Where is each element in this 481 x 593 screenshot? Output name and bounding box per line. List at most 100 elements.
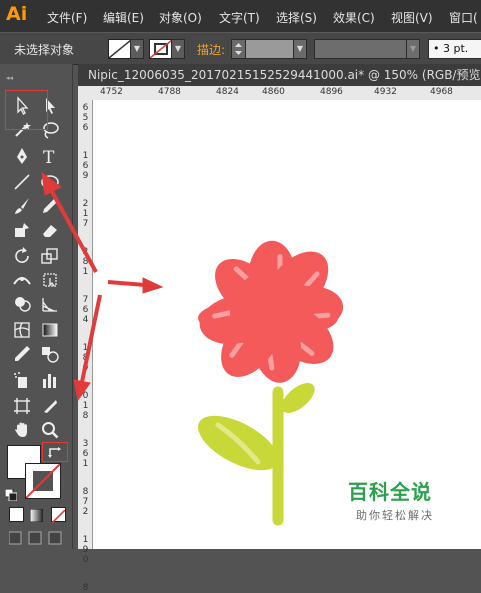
ruler-tick: 8 (82, 487, 89, 497)
ruler-tick: 1 (82, 401, 89, 411)
stroke-color-swatch[interactable] (25, 463, 61, 499)
ruler-tick: 7 (82, 295, 89, 305)
gradient-mode-button[interactable] (29, 507, 44, 523)
draw-mode-buttons[interactable] (8, 530, 65, 545)
ruler-tick: 0 (82, 555, 89, 565)
menu-window[interactable]: 窗口( (449, 9, 478, 26)
stroke-label: 描边: (197, 43, 226, 57)
none-stroke-icon (150, 40, 172, 58)
pencil-tool-icon[interactable] (40, 196, 60, 216)
perspective-grid-tool-icon[interactable] (40, 294, 60, 314)
watermark-subtitle: 助你轻松解决 (356, 509, 434, 522)
none-color-icon (25, 463, 61, 499)
selection-tool-highlight (5, 90, 48, 130)
ruler-tick: 2 (82, 507, 89, 517)
ellipse-tool-icon[interactable] (40, 172, 60, 192)
menu-view[interactable]: 视图(V) (391, 9, 433, 26)
ruler-tick: 2 (82, 199, 89, 209)
column-graph-tool-icon[interactable] (40, 370, 60, 390)
ruler-tick: 4968 (430, 87, 453, 97)
stroke-dropdown[interactable]: ▼ (171, 39, 185, 59)
line-segment-tool-icon[interactable] (12, 172, 32, 192)
flower-center (230, 270, 314, 354)
horizontal-ruler[interactable]: 4752 4788 4824 4860 4896 4932 4968 (78, 86, 481, 101)
ruler-tick: 4860 (262, 87, 285, 97)
rotate-tool-icon[interactable] (12, 246, 32, 266)
ruler-tick: 8 (82, 411, 89, 421)
brush-size-field[interactable]: • 3 pt. (428, 39, 481, 59)
selection-status: 未选择对象 (14, 43, 75, 57)
menu-file[interactable]: 文件(F) (47, 9, 87, 26)
menu-select[interactable]: 选择(S) (276, 9, 317, 26)
ruler-tick: 9 (82, 171, 89, 181)
none-mode-icon (51, 509, 66, 524)
ruler-tick: 9 (82, 545, 89, 555)
ruler-tick: 2 (82, 247, 89, 257)
ruler-tick: 7 (82, 497, 89, 507)
mesh-tool-icon[interactable] (12, 320, 32, 340)
free-transform-tool-icon[interactable] (40, 270, 60, 290)
ruler-tick: 4896 (320, 87, 343, 97)
swap-highlight (42, 442, 68, 462)
ruler-tick: 8 (82, 583, 89, 593)
eyedropper-tool-icon[interactable] (12, 344, 32, 364)
document-tab-bar: Nipic_12006035_20170215152529441000.ai* … (78, 64, 481, 86)
symbol-sprayer-tool-icon[interactable] (12, 370, 32, 390)
shaper-tool-icon[interactable] (12, 220, 32, 240)
ruler-tick: 1 (82, 535, 89, 545)
ruler-tick: 8 (82, 257, 89, 267)
none-mode-button[interactable] (51, 507, 66, 524)
none-fill-icon (109, 40, 131, 58)
menu-type[interactable]: 文字(T) (219, 9, 260, 26)
ruler-tick: 5 (82, 113, 89, 123)
svg-text:◂◂: ◂◂ (6, 74, 14, 81)
variable-width-profile-dropdown[interactable]: ▼ (406, 39, 420, 59)
ruler-tick: 4 (82, 315, 89, 325)
ruler-tick: 4824 (216, 87, 239, 97)
zoom-tool-icon[interactable] (40, 420, 60, 440)
stroke-weight-stepper[interactable] (231, 39, 246, 59)
fill-dropdown[interactable]: ▼ (130, 39, 144, 59)
ruler-tick: 0 (82, 363, 89, 373)
control-bar: 未选择对象 ▼ ▼ 描边: ▼ ▼ • 3 pt. (0, 32, 481, 65)
gradient-tool-icon[interactable] (40, 320, 60, 340)
ruler-tick: 1 (82, 151, 89, 161)
toolbox-grip[interactable]: ◂◂ (2, 66, 70, 82)
ruler-tick: 4788 (158, 87, 181, 97)
paintbrush-tool-icon[interactable] (12, 196, 32, 216)
ruler-tick: 6 (82, 449, 89, 459)
width-tool-icon[interactable] (12, 270, 32, 290)
eraser-tool-icon[interactable] (40, 220, 60, 240)
variable-width-profile-field[interactable] (314, 39, 408, 59)
ruler-tick: 7 (82, 219, 89, 229)
stroke-weight-dropdown[interactable]: ▼ (293, 39, 307, 59)
scale-tool-icon[interactable] (40, 246, 60, 266)
type-tool-icon[interactable]: T (40, 146, 60, 166)
ruler-tick: 8 (82, 353, 89, 363)
default-colors-icon[interactable] (4, 486, 18, 502)
ruler-tick: 0 (82, 391, 89, 401)
stroke-swatch[interactable] (149, 39, 173, 59)
artboard-tool-icon[interactable] (12, 396, 32, 416)
vertical-ruler[interactable]: 6561692172817641800183618721908 (78, 100, 93, 593)
watermark-title: 百科全说 (348, 480, 432, 504)
ruler-tick: 1 (82, 267, 89, 277)
ruler-tick: 4932 (374, 87, 397, 97)
blend-tool-icon[interactable] (40, 344, 60, 364)
menu-object[interactable]: 对象(O) (159, 9, 202, 26)
menu-effect[interactable]: 效果(C) (333, 9, 375, 26)
ruler-tick: 6 (82, 161, 89, 171)
hand-tool-icon[interactable] (12, 420, 32, 440)
ruler-tick: 4752 (100, 87, 123, 97)
fill-swatch[interactable] (108, 39, 132, 59)
document-tab[interactable]: Nipic_12006035_20170215152529441000.ai* … (78, 64, 481, 86)
pen-tool-icon[interactable] (12, 146, 32, 166)
shape-builder-tool-icon[interactable] (12, 294, 32, 314)
menu-bar: Ai 文件(F) 编辑(E) 对象(O) 文字(T) 选择(S) 效果(C) 视… (0, 0, 481, 32)
slice-tool-icon[interactable] (40, 396, 60, 416)
menu-edit[interactable]: 编辑(E) (103, 9, 144, 26)
color-mode-button[interactable] (9, 507, 24, 522)
stroke-weight-field[interactable] (245, 39, 295, 59)
ruler-tick: 6 (82, 305, 89, 315)
ruler-tick: 1 (82, 459, 89, 469)
